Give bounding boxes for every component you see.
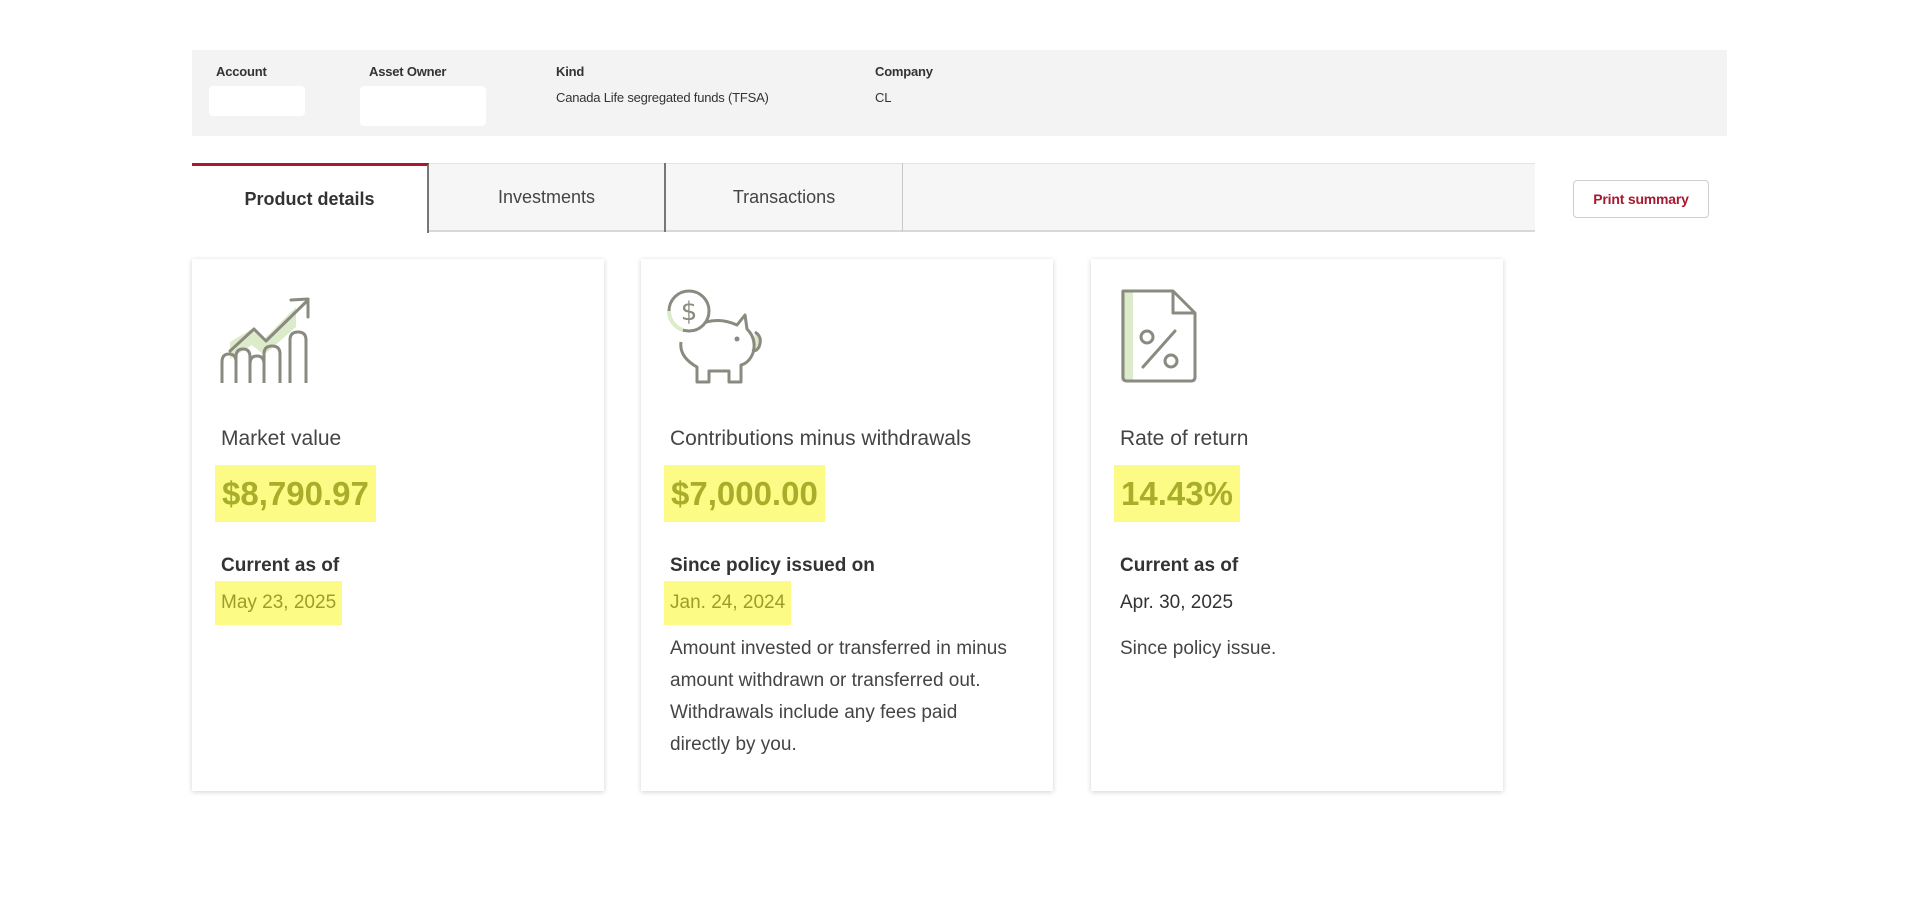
kind-column: Kind Canada Life segregated funds (TFSA): [556, 64, 769, 105]
market-value-card: Market value $8,790.97 Current as of May…: [192, 259, 604, 791]
account-label: Account: [216, 64, 267, 79]
asset-owner-value-redacted: [360, 86, 486, 126]
contributions-note: Amount invested or transferred in minus …: [670, 638, 1007, 755]
account-column: Account: [209, 64, 305, 116]
tab-investments[interactable]: Investments: [429, 163, 666, 232]
print-summary-button[interactable]: Print summary: [1573, 180, 1709, 218]
rate-of-return-title: Rate of return: [1120, 427, 1249, 450]
account-info-bar: Account Asset Owner Kind Canada Life seg…: [192, 50, 1727, 136]
rate-of-return-note: Since policy issue.: [1120, 638, 1277, 659]
contributions-date: Jan. 24, 2024: [664, 581, 792, 625]
tab-transactions[interactable]: Transactions: [666, 163, 903, 232]
contributions-amount: $7,000.00: [664, 465, 825, 522]
market-value-amount: $8,790.97: [215, 465, 376, 522]
percent-document-icon: [1121, 289, 1197, 383]
rate-of-return-sublabel: Current as of: [1120, 555, 1239, 576]
svg-text:$: $: [681, 297, 698, 327]
contributions-card: $ Contributions minus withdrawals $7,000…: [641, 259, 1053, 791]
rate-of-return-amount: 14.43%: [1114, 465, 1240, 522]
contributions-title: Contributions minus withdrawals: [670, 427, 972, 450]
piggy-bank-icon: $: [667, 289, 762, 384]
asset-owner-column: Asset Owner: [360, 64, 486, 126]
rate-of-return-date: Apr. 30, 2025: [1120, 592, 1234, 613]
company-value: CL: [875, 90, 892, 105]
market-value-sublabel: Current as of: [221, 555, 340, 576]
contributions-sublabel: Since policy issued on: [670, 555, 875, 576]
kind-value: Canada Life segregated funds (TFSA): [556, 90, 769, 105]
company-label: Company: [875, 64, 933, 79]
rate-of-return-card: Rate of return 14.43% Current as of Apr.…: [1091, 259, 1503, 791]
account-value-redacted: [209, 86, 305, 116]
market-value-date: May 23, 2025: [215, 581, 343, 625]
company-column: Company CL: [875, 64, 933, 105]
tab-bar: Product details Investments Transactions: [192, 163, 1535, 233]
tab-product-details[interactable]: Product details: [192, 163, 429, 233]
asset-owner-label: Asset Owner: [369, 64, 447, 79]
market-value-title: Market value: [221, 427, 342, 450]
growth-chart-icon: [220, 297, 310, 383]
kind-label: Kind: [556, 64, 585, 79]
